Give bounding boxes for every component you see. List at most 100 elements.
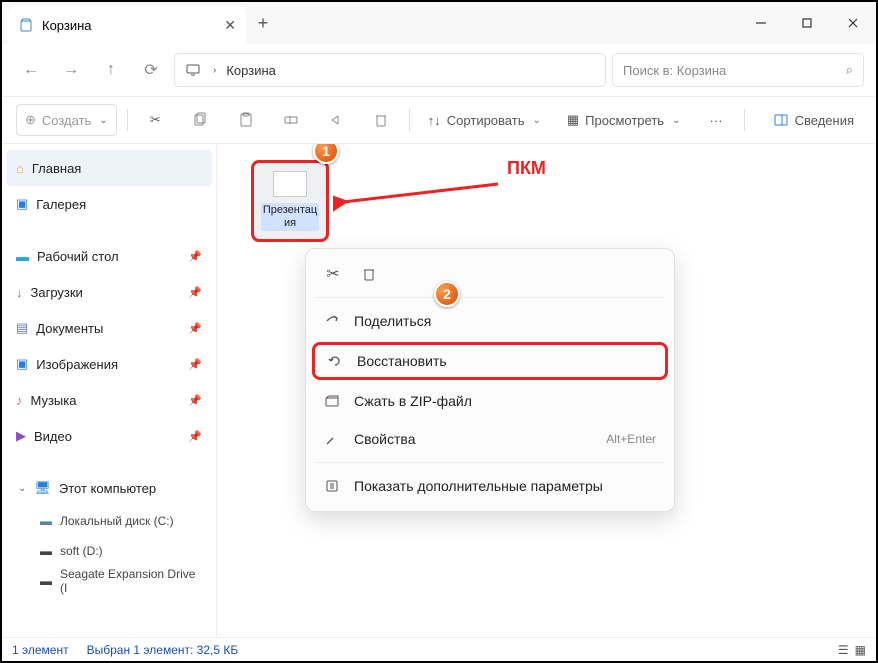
sidebar-item-pictures[interactable]: ▣Изображения📌 xyxy=(6,346,212,382)
sidebar-label: Этот компьютер xyxy=(59,481,156,496)
context-item-zip[interactable]: Сжать в ZIP-файл xyxy=(306,382,674,420)
gallery-icon: ▣ xyxy=(16,196,28,212)
pin-icon: 📌 xyxy=(188,250,202,263)
share-icon xyxy=(328,112,344,128)
paste-button[interactable] xyxy=(228,104,263,136)
breadcrumb-text: Корзина xyxy=(226,63,276,78)
sidebar-item-thispc[interactable]: ⌄🖥Этот компьютер xyxy=(6,470,212,506)
sidebar-label: Загрузки xyxy=(31,285,83,300)
forward-button[interactable]: → xyxy=(54,53,88,87)
drive-icon: ▬ xyxy=(40,574,52,588)
sidebar-label: Видео xyxy=(34,429,72,444)
sidebar-label: Изображения xyxy=(36,357,118,372)
body: ⌂ Главная ▣ Галерея ▬ Рабочий стол 📌 ↓ Загруз… xyxy=(2,144,876,637)
sidebar-label: Рабочий стол xyxy=(37,249,119,264)
copy-button[interactable] xyxy=(183,104,218,136)
sidebar-item-desktop[interactable]: ▬ Рабочий стол 📌 xyxy=(6,238,212,274)
more-options-icon xyxy=(324,478,340,494)
rename-button[interactable] xyxy=(273,104,308,136)
new-tab-button[interactable]: + xyxy=(246,2,280,44)
sidebar-item-drive-d[interactable]: ▬soft (D:) xyxy=(6,536,212,566)
monitor-icon xyxy=(185,62,201,78)
cut-button[interactable]: ✂ xyxy=(138,104,173,136)
content-area[interactable]: Презентац ия 1 ПКМ ✂ Поделиться xyxy=(217,144,876,637)
annotation-pkm-label: ПКМ xyxy=(507,158,546,179)
context-item-restore[interactable]: Восстановить xyxy=(312,342,668,380)
sidebar: ⌂ Главная ▣ Галерея ▬ Рабочий стол 📌 ↓ Загруз… xyxy=(2,144,217,637)
details-pane-button[interactable]: Сведения xyxy=(765,104,862,136)
annotation-arrow xyxy=(333,174,503,214)
plus-icon: ⊕ xyxy=(25,112,36,128)
address-row: ← → ↑ ⟳ › Корзина Поиск в: Корзина ⌕ xyxy=(2,44,876,96)
tab-title: Корзина xyxy=(42,18,92,33)
details-icon xyxy=(773,112,789,128)
download-icon: ↓ xyxy=(16,285,23,300)
drive-icon: ▬ xyxy=(40,544,52,558)
recycle-bin-icon xyxy=(18,17,34,33)
chevron-down-icon: ⌄ xyxy=(672,115,680,126)
search-input[interactable]: Поиск в: Корзина ⌕ xyxy=(612,53,864,87)
sidebar-item-videos[interactable]: ▶Видео📌 xyxy=(6,418,212,454)
file-item[interactable]: Презентац ия xyxy=(251,160,329,242)
context-menu: ✂ Поделиться Восстановить Сжать в ZIP-фа… xyxy=(305,248,675,512)
details-label: Сведения xyxy=(795,113,854,128)
sidebar-item-music[interactable]: ♪Музыка📌 xyxy=(6,382,212,418)
delete-button[interactable] xyxy=(364,104,399,136)
minimize-button[interactable] xyxy=(738,2,784,44)
sidebar-item-downloads[interactable]: ↓ Загрузки 📌 xyxy=(6,274,212,310)
sidebar-label: Галерея xyxy=(36,197,86,212)
trash-icon[interactable] xyxy=(358,263,380,285)
view-button[interactable]: ▦ Просмотреть ⌄ xyxy=(559,104,689,136)
chevron-right-icon: › xyxy=(213,65,216,76)
status-count: 1 элемент xyxy=(12,643,69,657)
maximize-button[interactable] xyxy=(784,2,830,44)
sidebar-label: Главная xyxy=(32,161,81,176)
create-button[interactable]: ⊕ Создать ⌄ xyxy=(16,104,117,136)
sort-icon: ↑↓ xyxy=(428,113,441,128)
context-label: Сжать в ZIP-файл xyxy=(354,393,472,409)
sidebar-item-drive-e[interactable]: ▬Seagate Expansion Drive (I xyxy=(6,566,212,596)
annotation-badge-1: 1 xyxy=(313,144,339,164)
context-menu-separator xyxy=(316,462,664,463)
breadcrumb[interactable]: › Корзина xyxy=(174,53,606,87)
context-item-more[interactable]: Показать дополнительные параметры xyxy=(306,467,674,505)
sidebar-item-home[interactable]: ⌂ Главная xyxy=(6,150,212,186)
separator xyxy=(409,109,410,131)
explorer-window: Корзина ✕ + ← → ↑ ⟳ › Корзина Поиск в: К… xyxy=(0,0,878,663)
status-bar: 1 элемент Выбран 1 элемент: 32,5 КБ ☰ ▦ xyxy=(2,637,876,661)
grid-view-icon[interactable]: ▦ xyxy=(855,643,866,657)
separator xyxy=(744,109,745,131)
pin-icon: 📌 xyxy=(188,430,202,443)
pin-icon: 📌 xyxy=(188,394,202,407)
pin-icon: 📌 xyxy=(188,286,202,299)
up-button[interactable]: ↑ xyxy=(94,53,128,87)
copy-icon xyxy=(192,112,208,128)
chevron-down-icon: ⌄ xyxy=(18,483,26,494)
list-view-icon[interactable]: ☰ xyxy=(838,643,849,657)
cut-icon[interactable]: ✂ xyxy=(322,263,344,285)
sidebar-item-documents[interactable]: ▤Документы📌 xyxy=(6,310,212,346)
chevron-down-icon: ⌄ xyxy=(99,115,107,126)
sidebar-item-drive-c[interactable]: ▬Локальный диск (C:) xyxy=(6,506,212,536)
pin-icon: 📌 xyxy=(188,322,202,335)
separator xyxy=(127,109,128,131)
tab-recycle-bin[interactable]: Корзина ✕ xyxy=(8,6,246,44)
sidebar-item-gallery[interactable]: ▣ Галерея xyxy=(6,186,212,222)
context-item-properties[interactable]: Свойства Alt+Enter xyxy=(306,420,674,458)
share-button[interactable] xyxy=(318,104,353,136)
refresh-button[interactable]: ⟳ xyxy=(134,53,168,87)
close-button[interactable] xyxy=(830,2,876,44)
back-button[interactable]: ← xyxy=(14,53,48,87)
context-label: Поделиться xyxy=(354,313,431,329)
sidebar-label: Документы xyxy=(36,321,103,336)
sort-button[interactable]: ↑↓ Сортировать ⌄ xyxy=(420,104,549,136)
search-icon: ⌕ xyxy=(846,62,853,78)
home-icon: ⌂ xyxy=(16,161,24,176)
context-item-share[interactable]: Поделиться xyxy=(306,302,674,340)
more-button[interactable]: ··· xyxy=(698,104,733,136)
tab-close-button[interactable]: ✕ xyxy=(224,17,236,34)
wrench-icon xyxy=(324,431,340,447)
file-name: Презентац ия xyxy=(261,203,319,231)
context-label: Показать дополнительные параметры xyxy=(354,478,603,494)
desktop-icon: ▬ xyxy=(16,249,29,264)
